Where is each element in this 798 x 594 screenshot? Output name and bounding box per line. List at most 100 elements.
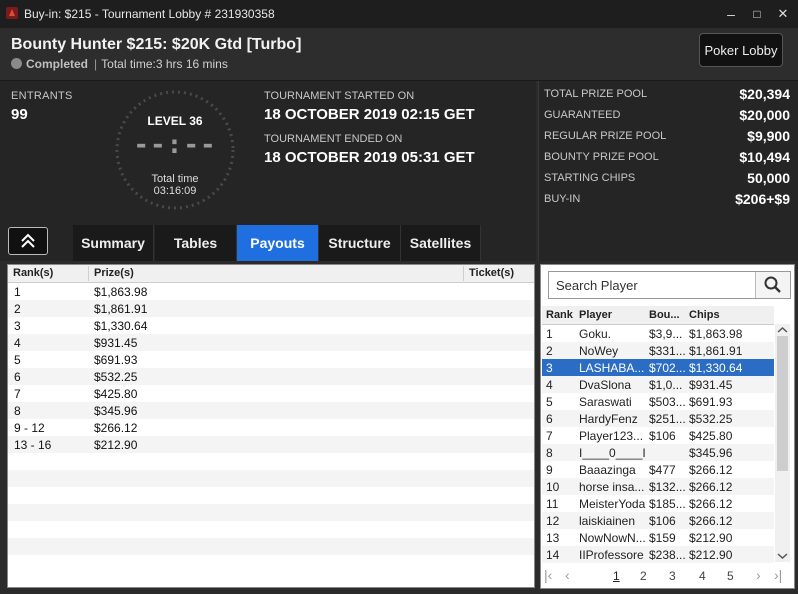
collapse-button[interactable] [8, 227, 48, 255]
list-item[interactable]: 11 MeisterYoda $185... $266.12 [542, 495, 774, 512]
players-scrollbar[interactable] [775, 324, 790, 562]
tab-structure[interactable]: Structure [319, 225, 401, 261]
prev-page-icon[interactable]: ‹ [565, 567, 570, 583]
prize-cell: $266.12 [94, 421, 138, 435]
table-row: 13 - 16 $212.90 [8, 436, 534, 453]
table-row: 4 $931.45 [8, 334, 534, 351]
bounty-cell: $185... [649, 497, 686, 511]
clock-digits: --:-- [133, 130, 217, 160]
page-5[interactable]: 5 [727, 569, 734, 583]
ended-label: TOURNAMENT ENDED ON [264, 133, 403, 145]
prize-value: $20,000 [739, 107, 790, 123]
rank-column-header[interactable]: Rank(s) [13, 267, 53, 279]
scroll-up-icon[interactable] [775, 325, 790, 335]
list-item[interactable]: 5 Saraswati $503... $691.93 [542, 393, 774, 410]
list-item[interactable]: 14 IIProfessore $238... $212.90 [542, 546, 774, 563]
close-button[interactable]: ✕ [772, 4, 794, 24]
rank-cell: 1 [546, 327, 553, 341]
entrants-label: ENTRANTS [11, 90, 73, 102]
title-bar: Buy-in: $215 - Tournament Lobby # 231930… [0, 0, 798, 29]
bounty-cell: $477 [649, 463, 676, 477]
rank-cell: 1 [14, 285, 21, 299]
empty-row [8, 538, 534, 555]
player-column-header[interactable]: Player [579, 309, 612, 321]
tab-summary[interactable]: Summary [73, 225, 154, 261]
list-item[interactable]: 1 Goku. $3,9... $1,863.98 [542, 325, 774, 342]
table-row: 1 $1,863.98 [8, 283, 534, 300]
prize-cell: $1,863.98 [94, 285, 148, 299]
page-1[interactable]: 1 [613, 569, 620, 583]
prize-column-header[interactable]: Prize(s) [94, 267, 134, 279]
empty-row [8, 453, 534, 470]
page-3[interactable]: 3 [669, 569, 676, 583]
list-item[interactable]: 2 NoWey $331... $1,861.91 [542, 342, 774, 359]
tournament-dates: TOURNAMENT STARTED ON 18 OCTOBER 2019 02… [264, 90, 475, 176]
page-2[interactable]: 2 [640, 569, 647, 583]
bounty-column-header[interactable]: Bou... [649, 309, 680, 321]
bounty-cell: $159 [649, 531, 676, 545]
list-item[interactable]: 7 Player123... $106 $425.80 [542, 427, 774, 444]
player-cell: laiskiainen [579, 514, 636, 528]
last-page-icon[interactable]: ›| [774, 567, 782, 583]
prize-value: $9,900 [747, 128, 790, 144]
total-time-value: 03:16:09 [153, 185, 197, 197]
list-item[interactable]: 12 laiskiainen $106 $266.12 [542, 512, 774, 529]
tab-tables[interactable]: Tables [155, 225, 237, 261]
list-item-selected[interactable]: 3 LASHABA... $702... $1,330.64 [542, 359, 774, 376]
player-cell: I____0____I [579, 446, 646, 460]
rank-cell: 2 [546, 344, 553, 358]
rank-cell: 8 [14, 404, 21, 418]
total-time-label: Total time [151, 173, 199, 185]
ticket-column-header[interactable]: Ticket(s) [469, 267, 514, 279]
tab-payouts[interactable]: Payouts [237, 225, 319, 261]
rank-cell: 13 - 16 [14, 438, 52, 452]
bounty-cell: $132... [649, 480, 686, 494]
prize-cell: $345.96 [94, 404, 138, 418]
first-page-icon[interactable]: |‹ [544, 567, 552, 583]
rank-cell: 6 [546, 412, 553, 426]
rank-cell: 7 [546, 429, 553, 443]
prize-label: STARTING CHIPS [544, 172, 636, 184]
poker-lobby-button[interactable]: Poker Lobby [699, 33, 783, 67]
table-row: 2 $1,861.91 [8, 300, 534, 317]
search-player-input[interactable] [549, 272, 755, 298]
empty-row [8, 521, 534, 538]
empty-row [8, 470, 534, 487]
chips-cell: $691.93 [689, 395, 733, 409]
bounty-cell: $1,0... [649, 378, 683, 392]
double-chevron-up-icon [21, 233, 35, 248]
prize-cell: $931.45 [94, 336, 138, 350]
prize-cell: $1,861.91 [94, 302, 148, 316]
rank-cell: 3 [546, 361, 553, 375]
search-icon [764, 276, 781, 293]
list-item[interactable]: 8 I____0____I $345.96 [542, 444, 774, 461]
player-cell: DvaSlona [579, 378, 632, 392]
list-item[interactable]: 9 Baaazinga $477 $266.12 [542, 461, 774, 478]
list-item[interactable]: 6 HardyFenz $251... $532.25 [542, 410, 774, 427]
next-page-icon[interactable]: › [756, 567, 761, 583]
player-cell: NoWey [579, 344, 619, 358]
chips-cell: $532.25 [689, 412, 733, 426]
bounty-cell: $331... [649, 344, 686, 358]
chips-column-header[interactable]: Chips [689, 309, 720, 321]
page-4[interactable]: 4 [699, 569, 706, 583]
bounty-cell: $702... [649, 361, 686, 375]
maximize-button[interactable]: □ [746, 4, 768, 24]
tab-satellites[interactable]: Satellites [401, 225, 481, 261]
scrollbar-thumb[interactable] [777, 336, 788, 471]
rank-column-header[interactable]: Rank [546, 309, 573, 321]
prize-value: 50,000 [747, 170, 790, 186]
chips-cell: $1,330.64 [689, 361, 743, 375]
status-badge: Completed [26, 57, 89, 71]
minimize-button[interactable]: – [720, 4, 742, 24]
list-item[interactable]: 13 NowNowN... $159 $212.90 [542, 529, 774, 546]
prize-value: $20,394 [739, 86, 790, 102]
rank-cell: 11 [546, 497, 559, 511]
list-item[interactable]: 10 horse insa... $132... $266.12 [542, 478, 774, 495]
list-item[interactable]: 4 DvaSlona $1,0... $931.45 [542, 376, 774, 393]
rank-cell: 2 [14, 302, 21, 316]
total-time-summary: Total time:3 hrs 16 mins [101, 57, 228, 71]
scroll-down-icon[interactable] [775, 551, 790, 561]
search-button[interactable] [755, 272, 790, 298]
player-search [548, 271, 791, 299]
